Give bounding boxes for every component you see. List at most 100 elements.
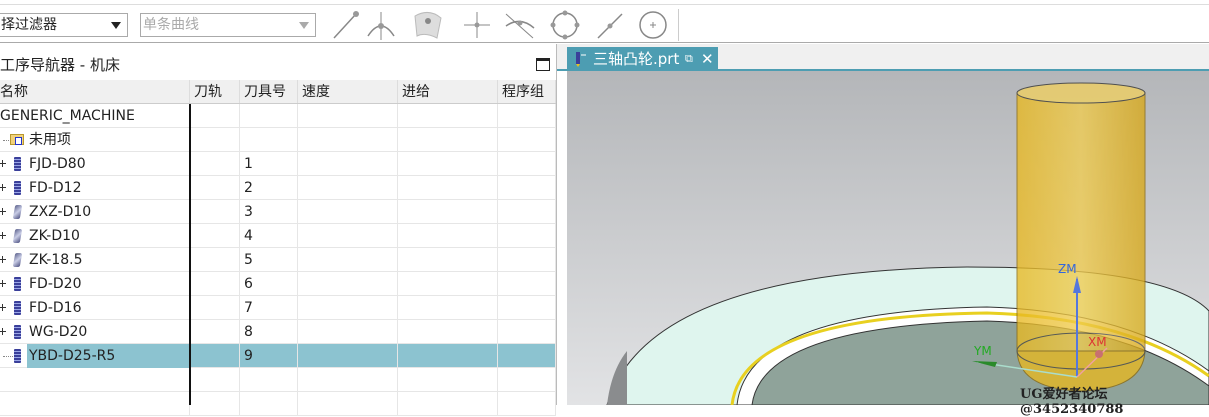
expand-icon[interactable] (0, 280, 6, 287)
table-row[interactable]: WG-D20 8 (0, 320, 556, 344)
detach-icon[interactable]: ⧉ (685, 47, 693, 71)
expand-icon[interactable] (0, 304, 6, 311)
row-speed (298, 128, 398, 151)
column-divider (189, 104, 191, 405)
expand-icon[interactable] (0, 256, 6, 263)
table-row[interactable]: FD-D20 6 (0, 272, 556, 296)
drill-tool-icon (12, 229, 23, 243)
expand-icon[interactable] (0, 208, 6, 215)
row-tool-number: 9 (240, 344, 298, 367)
empty-row (0, 392, 556, 416)
panel-title: 工序导航器 - 机床 (0, 56, 120, 74)
midpoint-icon[interactable] (593, 8, 627, 42)
row-toolpath (190, 104, 240, 127)
document-tab-label: 三轴凸轮.prt (593, 50, 680, 68)
toolbar-divider (678, 9, 679, 41)
row-speed (298, 176, 398, 199)
column-header-tool-number[interactable]: 刀具号 (240, 80, 298, 103)
row-tool-number: 8 (240, 320, 298, 343)
expand-icon[interactable] (0, 184, 6, 191)
column-header-program-group[interactable]: 程序组 (498, 80, 556, 103)
table-row[interactable]: YBD-D25-R5 9 (0, 344, 556, 368)
close-icon[interactable]: ✕ (701, 47, 714, 71)
row-feed (398, 152, 498, 175)
row-speed (298, 248, 398, 271)
row-feed (398, 104, 498, 127)
expand-icon[interactable] (0, 328, 6, 335)
row-program-group (498, 248, 556, 271)
table-row[interactable]: FJD-D80 1 (0, 152, 556, 176)
circle-center-icon[interactable] (636, 8, 670, 42)
tangent-point-icon[interactable] (503, 8, 537, 42)
table-row[interactable]: 未用项 (0, 128, 556, 152)
row-tool-number (240, 128, 298, 151)
column-header-name[interactable]: 名称 (0, 80, 190, 103)
row-program-group (498, 272, 556, 295)
surface-point-icon[interactable] (411, 8, 445, 42)
row-feed (398, 296, 498, 319)
mill-tool-icon (14, 181, 21, 195)
type-filter-value: 择过滤器 (1, 17, 57, 33)
table-row[interactable]: FD-D12 2 (0, 176, 556, 200)
table-row[interactable]: ZK-D10 4 (0, 224, 556, 248)
tree-connector (3, 356, 13, 357)
row-tool-number: 7 (240, 296, 298, 319)
mill-tool-icon (14, 157, 21, 171)
navigator-table: 名称 刀轨 刀具号 速度 进给 程序组 GENERIC_MACHINE 未用项 … (0, 80, 556, 416)
graphics-viewport[interactable]: ZM XM YM (567, 71, 1209, 405)
row-name: ZK-D10 (29, 228, 80, 244)
row-toolpath (190, 320, 240, 343)
row-toolpath (190, 296, 240, 319)
watermark: UG爱好者论坛@3452340788 (1020, 387, 1124, 417)
type-filter-dropdown[interactable]: 择过滤器 (0, 13, 128, 37)
line-endpoint-icon[interactable] (329, 8, 363, 42)
column-header-speed[interactable]: 速度 (298, 80, 398, 103)
table-row[interactable]: ZK-18.5 5 (0, 248, 556, 272)
row-tool-number: 1 (240, 152, 298, 175)
row-tool-number: 3 (240, 200, 298, 223)
row-speed (298, 296, 398, 319)
curve-rule-value: 单条曲线 (143, 17, 199, 33)
ym-label: YM (973, 344, 992, 358)
column-header-feed[interactable]: 进给 (398, 80, 498, 103)
table-row[interactable]: ZXZ-D10 3 (0, 200, 556, 224)
row-feed (398, 344, 498, 367)
empty-row (0, 368, 556, 392)
row-name: FD-D16 (29, 300, 82, 316)
row-program-group (498, 344, 556, 367)
row-feed (398, 248, 498, 271)
row-speed (298, 320, 398, 343)
intersection-icon[interactable] (460, 8, 494, 42)
row-name: FJD-D80 (29, 156, 86, 172)
row-speed (298, 104, 398, 127)
row-program-group (498, 104, 556, 127)
table-row[interactable]: GENERIC_MACHINE (0, 104, 556, 128)
table-row[interactable]: FD-D16 7 (0, 296, 556, 320)
row-speed (298, 224, 398, 247)
maximize-icon[interactable] (536, 58, 550, 71)
document-tab[interactable]: 三轴凸轮.prt ⧉ ✕ (567, 47, 718, 71)
row-program-group (498, 224, 556, 247)
expand-icon[interactable] (0, 160, 6, 167)
expand-icon[interactable] (0, 232, 6, 239)
drill-tool-icon (12, 205, 23, 219)
row-feed (398, 200, 498, 223)
row-feed (398, 224, 498, 247)
row-program-group (498, 320, 556, 343)
ball-end-mill-tool (1016, 82, 1146, 392)
curve-rule-dropdown[interactable]: 单条曲线 (140, 13, 316, 37)
row-program-group (498, 128, 556, 151)
row-feed (398, 128, 498, 151)
row-tool-number: 5 (240, 248, 298, 271)
column-header-toolpath[interactable]: 刀轨 (190, 80, 240, 103)
row-toolpath (190, 128, 240, 151)
arc-center-icon[interactable] (364, 8, 398, 42)
row-speed (298, 200, 398, 223)
row-toolpath (190, 248, 240, 271)
quadrant-point-icon[interactable] (548, 8, 582, 42)
row-program-group (498, 176, 556, 199)
row-program-group (498, 296, 556, 319)
row-program-group (498, 152, 556, 175)
row-toolpath (190, 344, 240, 367)
mill-tool-icon (14, 277, 21, 291)
